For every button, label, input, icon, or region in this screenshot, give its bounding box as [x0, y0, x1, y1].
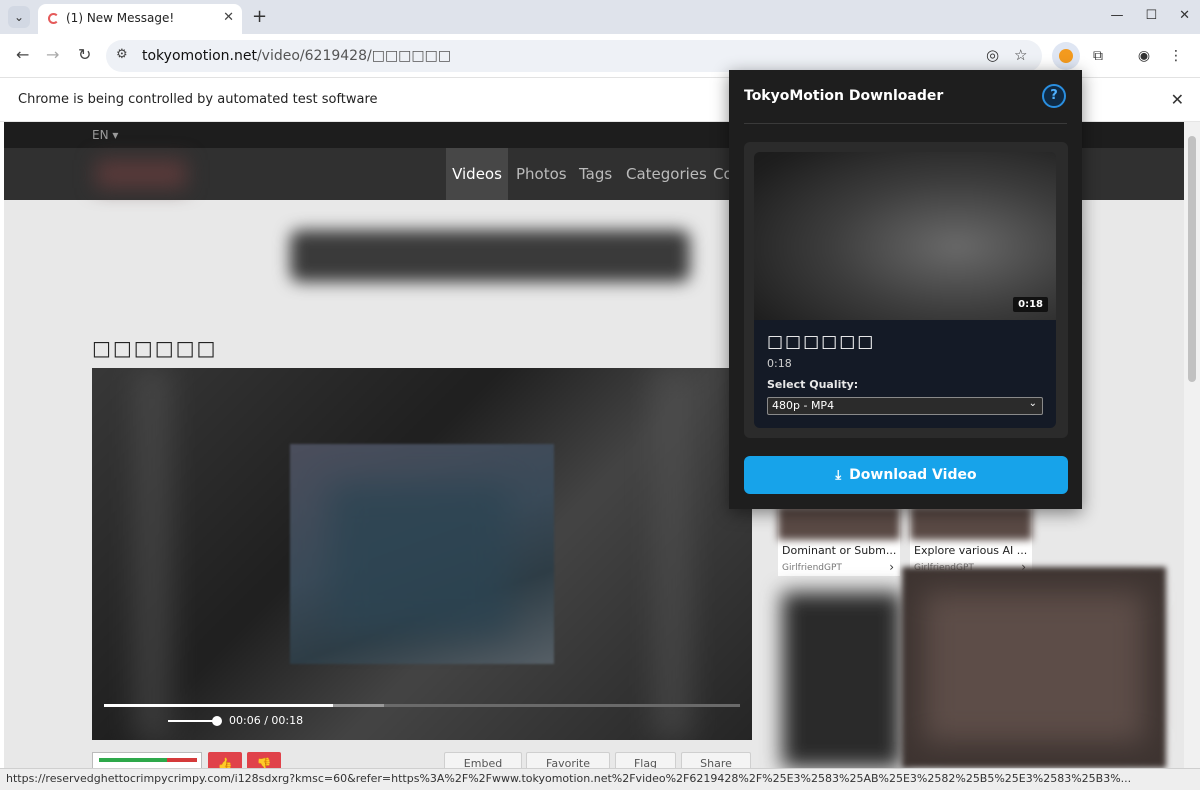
rating-meter: [92, 752, 202, 768]
tab-title: (1) New Message!: [66, 11, 175, 25]
video-frame: [290, 444, 554, 664]
quality-label: Select Quality:: [767, 378, 859, 391]
like-button[interactable]: 👍: [208, 752, 242, 768]
volume-handle[interactable]: [212, 716, 222, 726]
language-selector[interactable]: EN ▾: [92, 128, 118, 142]
favorite-button[interactable]: Favorite: [526, 752, 610, 768]
menu-kebab-icon[interactable]: ⋮: [1162, 42, 1190, 70]
ad-card-source: GirlfriendGPT: [782, 563, 842, 573]
address-bar[interactable]: ⚙ tokyomotion.net/video/6219428/□□□□□□ ◎…: [106, 40, 1042, 72]
nav-categories[interactable]: Categories: [626, 165, 707, 183]
video-card-wrapper: 0:18 □□□□□□ 0:18 Select Quality: 480p - …: [744, 142, 1068, 438]
duration-badge: 0:18: [1013, 297, 1048, 312]
share-button[interactable]: Share: [681, 752, 751, 768]
card-video-title: □□□□□□: [767, 332, 876, 352]
forward-icon[interactable]: →: [46, 45, 59, 64]
download-video-button[interactable]: ⤓ Download Video: [744, 456, 1068, 494]
tab-strip: ⌄ (1) New Message! ✕ + — ☐ ✕: [0, 0, 1200, 34]
url-text[interactable]: tokyomotion.net/video/6219428/□□□□□□: [142, 48, 451, 64]
quality-select[interactable]: 480p - MP4 ⌄: [767, 397, 1043, 415]
nav-videos[interactable]: Videos: [446, 148, 508, 200]
tab-search-button[interactable]: ⌄: [8, 6, 30, 28]
browser-tab[interactable]: (1) New Message! ✕: [38, 4, 242, 34]
close-window-icon[interactable]: ✕: [1179, 8, 1190, 23]
window-controls: — ☐ ✕: [1110, 8, 1190, 23]
status-url: https://reservedghettocrimpycrimpy.com/i…: [6, 772, 1132, 785]
divider: [744, 123, 1067, 124]
page-scrollbar[interactable]: [1184, 122, 1200, 768]
nav-photos[interactable]: Photos: [516, 165, 567, 183]
nav-tags[interactable]: Tags: [579, 165, 612, 183]
video-title: □□□□□□: [92, 336, 218, 360]
loading-icon: [48, 13, 59, 24]
close-tab-icon[interactable]: ✕: [223, 10, 234, 25]
ad-banner[interactable]: [290, 230, 690, 282]
flag-button[interactable]: Flag: [615, 752, 676, 768]
card-duration: 0:18: [767, 357, 792, 370]
infobar-close-icon[interactable]: ✕: [1171, 90, 1184, 109]
status-bar: https://reservedghettocrimpycrimpy.com/i…: [0, 768, 1200, 790]
help-icon[interactable]: ?: [1042, 84, 1066, 108]
eye-off-icon[interactable]: ◎: [986, 46, 999, 64]
video-player[interactable]: 00:06 / 00:18: [92, 368, 752, 740]
ad-image-left[interactable]: [782, 592, 902, 768]
new-tab-button[interactable]: +: [252, 6, 267, 28]
profile-icon[interactable]: ◉: [1130, 42, 1158, 70]
back-icon[interactable]: ←: [16, 45, 29, 64]
minimize-icon[interactable]: —: [1110, 8, 1123, 23]
popup-title: TokyoMotion Downloader: [744, 88, 944, 104]
video-progress-bar[interactable]: [104, 704, 740, 707]
site-logo: [96, 160, 186, 188]
infobar-text: Chrome is being controlled by automated …: [18, 92, 378, 107]
downloader-popup: TokyoMotion Downloader ? 0:18 □□□□□□ 0:1…: [729, 70, 1082, 509]
maximize-icon[interactable]: ☐: [1145, 8, 1157, 23]
sidebar-ad-card[interactable]: Dominant or Subm... GirlfriendGPT ›: [778, 506, 900, 576]
sidebar-ad-card[interactable]: Explore various AI ... GirlfriendGPT ›: [910, 506, 1032, 576]
site-info-icon[interactable]: ⚙: [116, 47, 128, 62]
extensions-puzzle-icon[interactable]: ⧉: [1084, 42, 1112, 70]
dislike-button[interactable]: 👎: [247, 752, 281, 768]
player-time: 00:06 / 00:18: [229, 714, 304, 727]
extension-downloader-icon[interactable]: [1052, 42, 1080, 70]
scrollbar-thumb[interactable]: [1188, 136, 1196, 382]
video-thumbnail: 0:18: [754, 152, 1056, 320]
chevron-right-icon: ›: [889, 560, 894, 574]
download-icon: ⤓: [835, 468, 842, 483]
embed-button[interactable]: Embed: [444, 752, 522, 768]
ad-card-title: Explore various AI ...: [914, 544, 1028, 557]
ad-card-title: Dominant or Subm...: [782, 544, 896, 557]
reload-icon[interactable]: ↻: [78, 45, 91, 64]
volume-slider[interactable]: [168, 720, 216, 722]
chevron-down-icon: ⌄: [1028, 398, 1037, 409]
bookmark-star-icon[interactable]: ☆: [1014, 46, 1027, 64]
video-card: 0:18 □□□□□□ 0:18 Select Quality: 480p - …: [754, 152, 1056, 428]
